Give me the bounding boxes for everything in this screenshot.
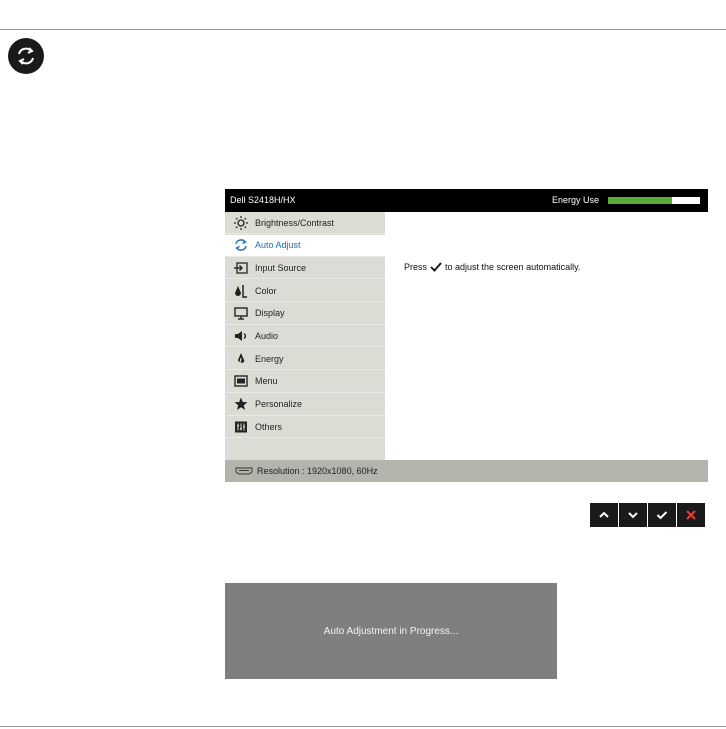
menu-item-brightness-contrast[interactable]: Brightness/Contrast (225, 212, 385, 234)
ok-button[interactable] (648, 503, 676, 527)
input-source-icon (233, 260, 248, 275)
hdmi-icon (235, 467, 253, 475)
check-icon (656, 510, 668, 520)
energy-icon (233, 351, 248, 366)
menu-item-auto-adjust[interactable]: Auto Adjust (225, 234, 385, 257)
chevron-down-icon (627, 510, 639, 520)
star-icon (233, 397, 248, 412)
osd-menu: Brightness/Contrast Auto Adjust Input So… (225, 212, 385, 460)
menu-item-label: Audio (255, 330, 279, 341)
menu-item-label: Input Source (255, 262, 307, 273)
bottom-rule (0, 726, 726, 727)
menu-item-label: Display (255, 308, 285, 319)
menu-item-personalize[interactable]: Personalize (225, 393, 385, 416)
audio-icon (233, 328, 248, 343)
instruction-text: Press to adjust the screen automatically… (404, 262, 580, 272)
menu-item-audio[interactable]: Audio (225, 325, 385, 348)
others-icon (233, 419, 248, 434)
osd-footer: Resolution : 1920x1080, 60Hz (225, 460, 708, 482)
energy-use-label: Energy Use (552, 195, 600, 205)
menu-item-display[interactable]: Display (225, 302, 385, 325)
instruction-rest: to adjust the screen automatically. (445, 262, 581, 272)
menu-item-menu[interactable]: Menu (225, 370, 385, 393)
menu-item-input-source[interactable]: Input Source (225, 257, 385, 280)
display-icon (233, 306, 248, 321)
resolution-text: Resolution : 1920x1080, 60Hz (257, 466, 378, 476)
exit-button[interactable] (677, 503, 705, 527)
osd-navigation-buttons (590, 503, 706, 527)
instruction-press: Press (404, 262, 428, 272)
model-name: Dell S2418H/HX (230, 195, 296, 205)
menu-item-label: Energy (255, 353, 284, 364)
chevron-up-icon (598, 510, 610, 520)
top-rule (0, 29, 726, 30)
osd-content-pane: Press to adjust the screen automatically… (385, 212, 708, 460)
menu-item-label: Menu (255, 376, 278, 387)
osd-header: Dell S2418H/HX Energy Use (225, 189, 708, 212)
auto-adjust-icon (233, 238, 248, 253)
brightness-icon (233, 215, 248, 230)
down-button[interactable] (619, 503, 647, 527)
menu-item-label: Brightness/Contrast (255, 217, 335, 228)
menu-item-energy[interactable]: Energy (225, 348, 385, 371)
color-icon (233, 283, 248, 298)
osd-window: Dell S2418H/HX Energy Use Brightness/Con… (225, 189, 708, 482)
up-button[interactable] (590, 503, 618, 527)
progress-message: Auto Adjustment in Progress... (323, 625, 459, 637)
check-icon (430, 262, 442, 272)
auto-adjust-icon (8, 38, 44, 74)
menu-icon (233, 374, 248, 389)
menu-item-others[interactable]: Others (225, 416, 385, 439)
energy-use-fill (608, 197, 673, 204)
energy-use-meter (608, 197, 700, 204)
auto-adjust-progress-dialog: Auto Adjustment in Progress... (225, 583, 557, 679)
menu-item-label: Color (255, 285, 277, 296)
menu-item-color[interactable]: Color (225, 280, 385, 303)
menu-item-label: Auto Adjust (255, 240, 301, 251)
menu-item-label: Others (255, 421, 283, 432)
menu-item-label: Personalize (255, 399, 303, 409)
close-icon (685, 509, 697, 521)
